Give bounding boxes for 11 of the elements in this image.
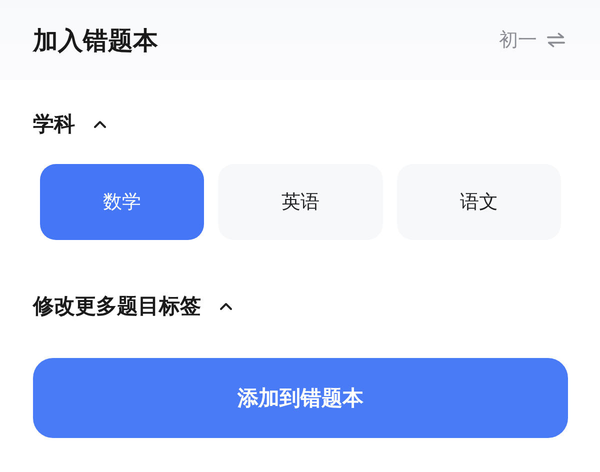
subject-section-toggle[interactable]: 学科: [33, 110, 107, 138]
subject-chip[interactable]: 英语: [218, 164, 383, 240]
caret-icon: [219, 301, 233, 311]
caret-icon: [93, 119, 107, 129]
subject-chip[interactable]: 数学: [40, 164, 204, 240]
tags-section-toggle[interactable]: 修改更多题目标签: [33, 292, 233, 320]
subject-chip[interactable]: 语文: [396, 164, 561, 240]
add-to-notebook-button[interactable]: 添加到错题本: [33, 358, 568, 438]
sheet-title: 加入错题本: [33, 24, 158, 56]
swap-icon[interactable]: [545, 31, 567, 49]
grade-label: 初一: [499, 28, 537, 53]
